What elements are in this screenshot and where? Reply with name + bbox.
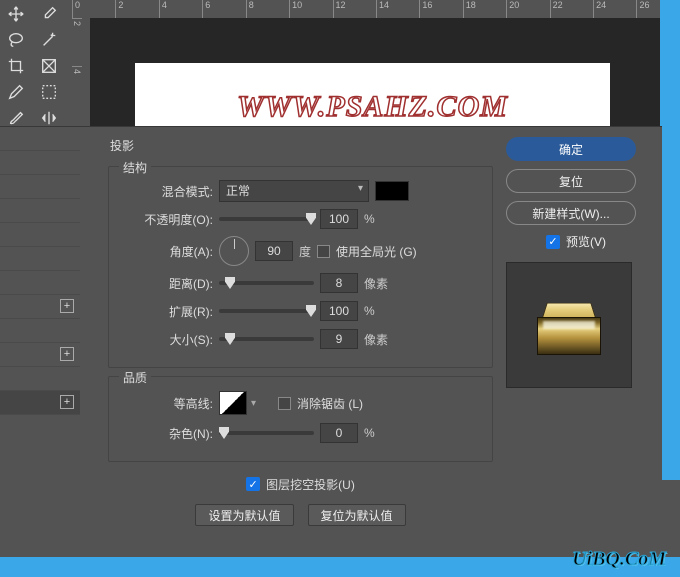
- add-effect-icon[interactable]: +: [60, 395, 74, 409]
- global-light-checkbox[interactable]: [317, 245, 330, 258]
- distance-slider[interactable]: [219, 281, 314, 285]
- dialog-right-panel: 确定 复位 新建样式(W)... ✓ 预览(V): [506, 137, 646, 388]
- angle-label: 角度(A):: [121, 243, 213, 260]
- effect-row[interactable]: [0, 199, 80, 223]
- layer-style-dialog: + + + 投影 结构 混合模式: 正常 不透明度(O): % 角度(A):: [0, 126, 662, 558]
- opacity-unit: %: [364, 212, 375, 226]
- panel-title: 投影: [110, 137, 493, 154]
- effect-row[interactable]: +: [0, 343, 80, 367]
- effect-row[interactable]: [0, 175, 80, 199]
- marquee-tool[interactable]: [35, 80, 63, 104]
- contour-label: 等高线:: [121, 395, 213, 412]
- structure-group-title: 结构: [119, 159, 151, 176]
- canvas-area[interactable]: WWW.PSAHZ.COM: [90, 18, 680, 130]
- spread-input[interactable]: [320, 301, 358, 321]
- noise-slider[interactable]: [219, 431, 314, 435]
- ruler-horizontal: 02468101214161820222426: [72, 0, 680, 18]
- antialias-checkbox[interactable]: [278, 397, 291, 410]
- size-input[interactable]: [320, 329, 358, 349]
- noise-label: 杂色(N):: [121, 425, 213, 442]
- effect-row[interactable]: [0, 271, 80, 295]
- ok-button[interactable]: 确定: [506, 137, 636, 161]
- gold-preview-icon: [537, 293, 601, 357]
- reset-button[interactable]: 复位: [506, 169, 636, 193]
- frame-tool[interactable]: [35, 54, 63, 78]
- shadow-color-swatch[interactable]: [375, 181, 409, 201]
- add-effect-icon[interactable]: +: [60, 347, 74, 361]
- global-light-label: 使用全局光 (G): [336, 243, 417, 260]
- spread-unit: %: [364, 304, 375, 318]
- make-default-button[interactable]: 设置为默认值: [195, 504, 293, 526]
- size-label: 大小(S):: [121, 331, 213, 348]
- ruler-vertical: 24: [72, 18, 90, 130]
- effect-row[interactable]: [0, 151, 80, 175]
- spread-label: 扩展(R):: [121, 303, 213, 320]
- opacity-slider[interactable]: [219, 217, 314, 221]
- new-style-button[interactable]: 新建样式(W)...: [506, 201, 636, 225]
- opacity-input[interactable]: [320, 209, 358, 229]
- crop-tool[interactable]: [2, 54, 30, 78]
- angle-input[interactable]: [255, 241, 293, 261]
- lasso-tool[interactable]: [2, 28, 30, 52]
- reset-default-button[interactable]: 复位为默认值: [308, 504, 406, 526]
- effect-row[interactable]: [0, 367, 80, 391]
- effect-row[interactable]: [0, 127, 80, 151]
- contour-picker[interactable]: [219, 391, 247, 415]
- tools-panel: [0, 0, 68, 130]
- effect-row[interactable]: [0, 223, 80, 247]
- wand-tool[interactable]: [35, 28, 63, 52]
- angle-dial[interactable]: [219, 236, 249, 266]
- distance-label: 距离(D):: [121, 275, 213, 292]
- effect-row[interactable]: +: [0, 295, 80, 319]
- distance-unit: 像素: [364, 275, 388, 292]
- angle-unit: 度: [299, 243, 311, 260]
- effect-row-selected[interactable]: +: [0, 391, 80, 415]
- pencil-tool[interactable]: [2, 80, 30, 104]
- noise-unit: %: [364, 426, 375, 440]
- structure-group: 结构 混合模式: 正常 不透明度(O): % 角度(A): 度 使用全局光 (G…: [108, 166, 493, 368]
- effect-row[interactable]: [0, 247, 80, 271]
- noise-input[interactable]: [320, 423, 358, 443]
- distance-input[interactable]: [320, 273, 358, 293]
- knockout-label: 图层挖空投影(U): [266, 476, 355, 493]
- blend-mode-label: 混合模式:: [121, 183, 213, 200]
- desktop-edge: [660, 0, 680, 480]
- footer-watermark: UiBQ.CoM: [572, 548, 666, 571]
- drop-shadow-panel: 投影 结构 混合模式: 正常 不透明度(O): % 角度(A): 度 使用全局光: [108, 135, 493, 555]
- document-canvas[interactable]: WWW.PSAHZ.COM: [135, 63, 610, 128]
- style-preview: [506, 262, 632, 388]
- size-slider[interactable]: [219, 337, 314, 341]
- quality-group-title: 品质: [119, 369, 151, 386]
- opacity-label: 不透明度(O):: [121, 211, 213, 228]
- antialias-label: 消除锯齿 (L): [297, 395, 363, 412]
- preview-checkbox[interactable]: ✓: [546, 235, 560, 249]
- knockout-checkbox[interactable]: ✓: [246, 477, 260, 491]
- preview-label: 预览(V): [566, 233, 606, 250]
- effect-row[interactable]: [0, 319, 80, 343]
- quality-group: 品质 等高线: ▾ 消除锯齿 (L) 杂色(N): %: [108, 376, 493, 462]
- move-tool[interactable]: [2, 2, 30, 26]
- spread-slider[interactable]: [219, 309, 314, 313]
- canvas-watermark: WWW.PSAHZ.COM: [237, 90, 508, 124]
- effects-list: + + +: [0, 127, 80, 559]
- blend-mode-select[interactable]: 正常: [219, 180, 369, 202]
- eyedropper-tool[interactable]: [35, 2, 63, 26]
- add-effect-icon[interactable]: +: [60, 299, 74, 313]
- size-unit: 像素: [364, 331, 388, 348]
